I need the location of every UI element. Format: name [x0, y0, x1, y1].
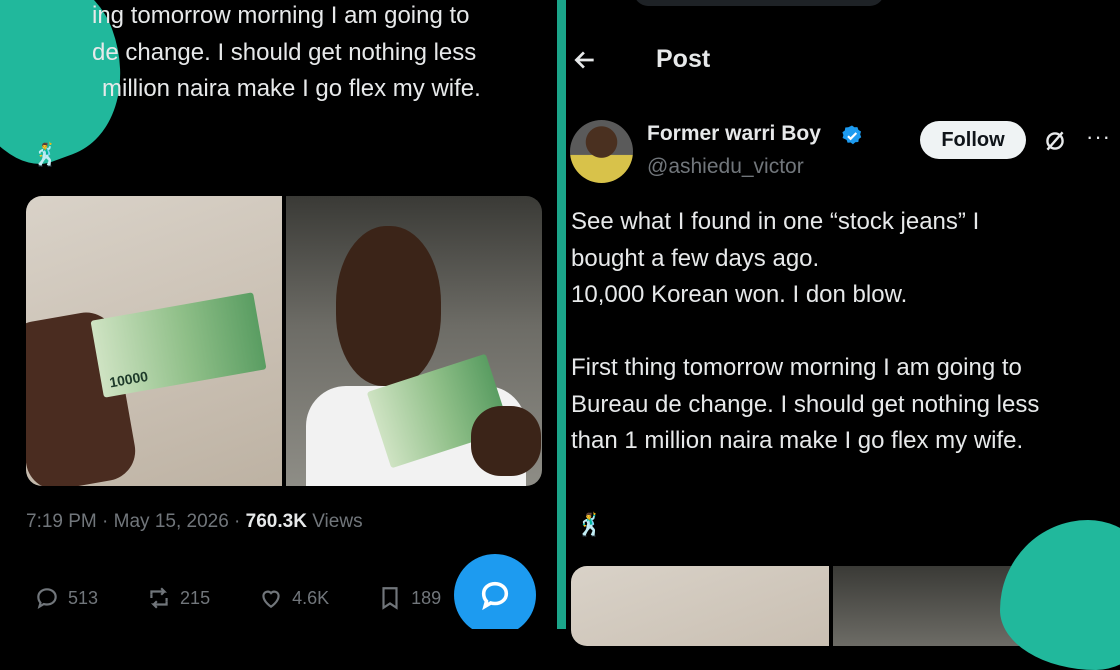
display-name[interactable]: Former warri Boy — [647, 122, 821, 146]
left-post-line: de change. I should get nothing less — [92, 38, 477, 66]
repost-button[interactable]: 215 — [146, 585, 210, 611]
compose-reply-button[interactable] — [454, 554, 536, 629]
right-post-line — [571, 314, 1039, 351]
reply-icon — [37, 588, 57, 609]
like-count: 4.6K — [292, 587, 330, 608]
reply-count: 513 — [68, 587, 99, 608]
dancing-man-emoji: 🕺 — [32, 142, 60, 167]
back-button[interactable] — [572, 47, 598, 73]
more-options-button[interactable]: ··· — [1086, 124, 1111, 150]
verified-badge-icon — [842, 125, 862, 145]
post-meta: 7:19 PM · May 15, 2026 · 760.3K Views — [26, 511, 363, 533]
follow-button[interactable]: Follow — [920, 121, 1026, 159]
bookmark-count: 189 — [411, 587, 442, 608]
left-post-line: ing tomorrow morning I am going to — [92, 2, 470, 29]
right-post-line: Bureau de change. I should get nothing l… — [571, 390, 1040, 418]
photo-man-in-car[interactable] — [286, 196, 542, 486]
avatar[interactable] — [570, 120, 633, 183]
right-post-text: See what I found in one “stock jeans” I b… — [571, 204, 1039, 460]
post-media[interactable]: 10000 — [26, 196, 542, 486]
user-handle[interactable]: @ashiedu_victor — [647, 155, 804, 179]
back-arrow-icon — [574, 51, 594, 69]
left-post-line: million naira make I go flex my wife. — [102, 75, 481, 102]
photo-banknote-hand[interactable]: 10000 — [26, 196, 282, 486]
photo-preview-a[interactable] — [571, 566, 829, 646]
compose-reply-icon — [481, 581, 509, 611]
page-title: Post — [656, 45, 711, 73]
grok-icon — [1046, 131, 1064, 151]
like-icon — [262, 590, 280, 608]
repost-icon — [150, 587, 168, 609]
panel-divider — [557, 0, 566, 629]
banknote: 10000 — [90, 292, 267, 398]
grok-button[interactable] — [1042, 128, 1068, 154]
right-post-line: See what I found in one “stock jeans” I — [571, 208, 980, 235]
right-post-line: First thing tomorrow morning I am going … — [571, 354, 1022, 381]
like-button[interactable]: 4.6K — [258, 585, 329, 611]
hand-shape — [471, 406, 541, 476]
views-count: 760.3K — [245, 511, 307, 532]
face-shape — [336, 226, 441, 386]
left-post-text: ing tomorrow morning I am going to de cha… — [30, 0, 481, 108]
repost-count: 215 — [180, 587, 211, 608]
action-bar: 513 215 4.6K 189 — [34, 585, 489, 611]
views-label: Views — [306, 511, 363, 532]
left-post-panel: ing tomorrow morning I am going to de cha… — [0, 0, 557, 629]
bookmark-icon — [382, 587, 398, 610]
status-pill — [634, 0, 884, 6]
timestamp: 7:19 PM · May 15, 2026 · — [26, 511, 246, 532]
bookmark-button[interactable]: 189 — [377, 585, 441, 611]
right-post-line: bought a few days ago. — [571, 244, 820, 272]
dancing-man-emoji: 🕺 — [576, 512, 604, 537]
reply-button[interactable]: 513 — [34, 585, 98, 611]
right-post-line: 10,000 Korean won. I don blow. — [571, 281, 908, 308]
right-post-line: than 1 million naira make I go flex my w… — [571, 427, 1024, 454]
banknote-value: 10000 — [108, 367, 150, 391]
